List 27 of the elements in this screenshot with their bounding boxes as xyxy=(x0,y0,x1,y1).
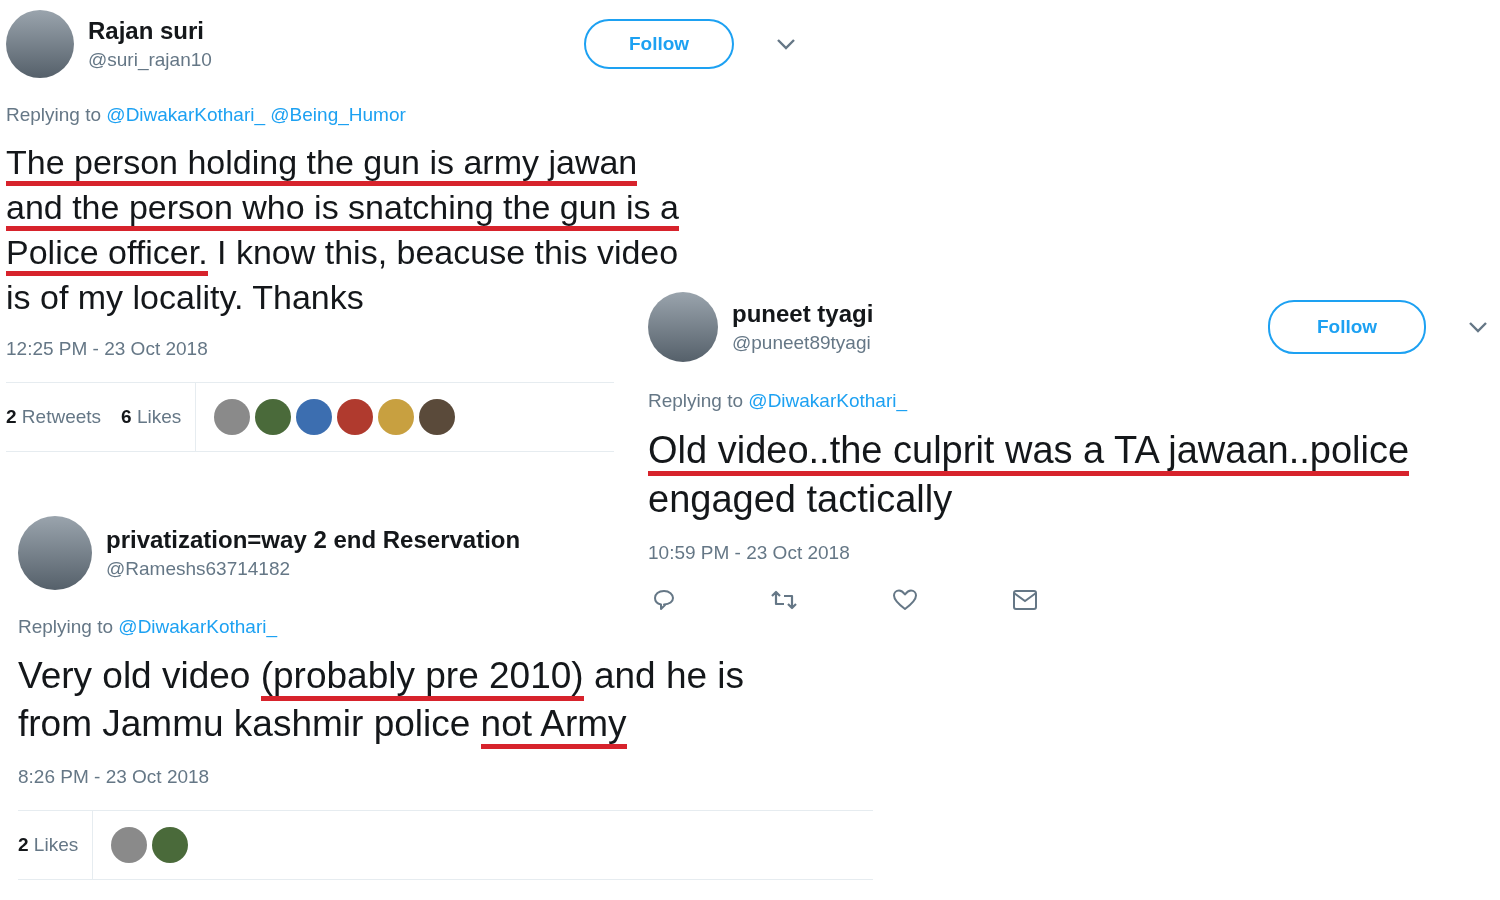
engagement-count[interactable]: 2 Likes xyxy=(18,834,79,856)
user-handle: @Rameshs63714182 xyxy=(106,558,291,580)
timestamp: 10:59 PM - 23 Oct 2018 xyxy=(648,542,851,564)
liker-avatar-placeholder[interactable] xyxy=(419,399,456,435)
liker-avatar-placeholder[interactable] xyxy=(296,399,333,435)
user-name[interactable]: Rajan suri xyxy=(88,17,205,45)
envelope-icon[interactable] xyxy=(1012,588,1038,612)
user-name[interactable]: privatization=way 2 end Reservation xyxy=(106,526,521,554)
user-name[interactable]: puneet tyagi xyxy=(732,300,874,328)
engagement-count[interactable]: 6 Likes xyxy=(121,406,182,428)
engagement-count[interactable]: 2 Retweets xyxy=(6,406,102,428)
retweet-icon[interactable] xyxy=(770,588,798,612)
chevron-down-icon[interactable] xyxy=(776,38,796,50)
replying-to-text: Replying to @DiwakarKothari_ @Being_Humor xyxy=(6,104,407,126)
timestamp: 8:26 PM - 23 Oct 2018 xyxy=(18,766,211,788)
liker-avatar-placeholder[interactable] xyxy=(152,827,189,863)
heart-icon[interactable] xyxy=(892,588,918,612)
replying-to-text: Replying to @DiwakarKothari_ xyxy=(648,390,909,412)
liker-avatar-placeholder[interactable] xyxy=(337,399,374,435)
liker-avatar-placeholder[interactable] xyxy=(255,399,292,435)
chevron-down-icon[interactable] xyxy=(1468,321,1488,333)
tweet-text: Very old video (probably pre 2010) and he is from Jammu kashmir police not Army xyxy=(18,652,878,748)
replying-to-text: Replying to @DiwakarKothari_ xyxy=(18,616,279,638)
user-handle: @puneet89tyagi xyxy=(732,332,871,354)
reply-icon[interactable] xyxy=(652,588,676,612)
tweet-text: Old video..the culprit was a TA jawaan..police engaged tactically xyxy=(648,428,1411,522)
user-handle: @suri_rajan10 xyxy=(88,49,212,71)
